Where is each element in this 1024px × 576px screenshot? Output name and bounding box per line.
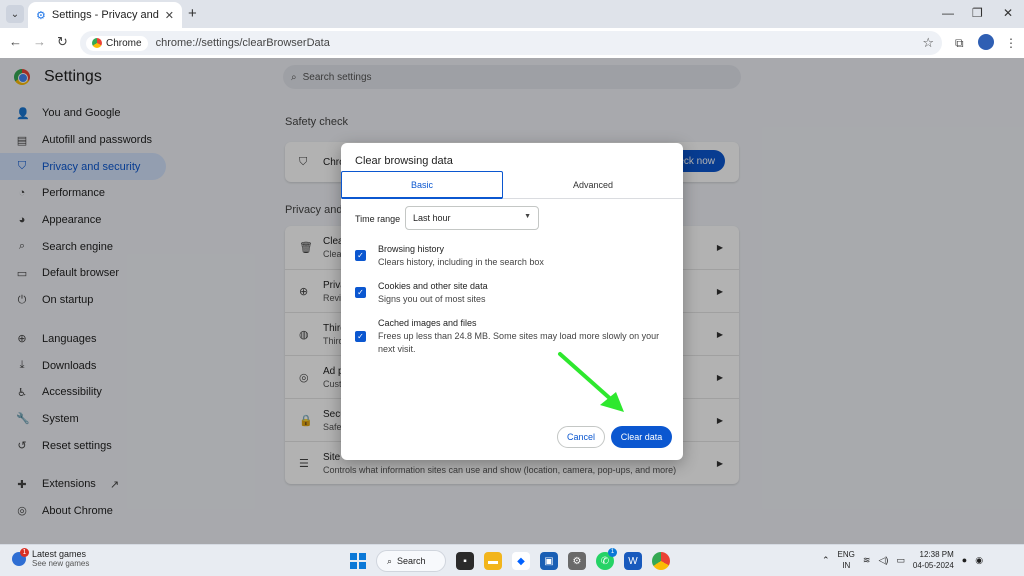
option-title: Cached images and files	[378, 318, 477, 328]
option-desc: Signs you out of most sites	[378, 294, 486, 304]
option-title: Cookies and other site data	[378, 281, 488, 291]
profile-avatar[interactable]	[978, 34, 994, 50]
back-button[interactable]: ←	[9, 34, 22, 49]
widget-title: Latest games	[32, 549, 87, 559]
word-icon[interactable]: W	[624, 552, 642, 570]
store-icon[interactable]: ▣	[540, 552, 558, 570]
chrome-icon	[92, 38, 102, 48]
whatsapp-icon[interactable]: ✆ 1	[596, 548, 617, 570]
windows-start-icon[interactable]	[350, 553, 366, 569]
option-desc: Clears history, including in the search …	[378, 257, 544, 267]
file-explorer-icon[interactable]: ▬	[484, 552, 502, 570]
time-range-select[interactable]: Last hour ▼	[405, 206, 539, 230]
close-tab-icon[interactable]: ✕	[165, 9, 174, 22]
clock-time: 12:38 PM	[919, 550, 954, 559]
restore-button[interactable]: ❐	[972, 6, 983, 20]
option-title: Browsing history	[378, 244, 445, 254]
copilot-icon[interactable]: ◉	[975, 555, 983, 566]
task-view-icon[interactable]: ▪	[456, 552, 474, 570]
dropbox-icon[interactable]: ◆	[512, 552, 530, 570]
taskbar: 1 Latest games See new games ⌕ Search ▪ …	[0, 544, 1024, 576]
checkbox-browsing-history[interactable]: ✓	[355, 250, 366, 261]
time-range-value: Last hour	[413, 213, 451, 223]
site-chip[interactable]: Chrome	[86, 35, 148, 51]
lang-line1: ENG	[837, 550, 855, 559]
system-tray: ⌃ ENG IN ≋ ◁) ▭ 12:38 PM 04-05-2024 ● ◉	[822, 549, 983, 571]
notification-icon[interactable]: ●	[962, 555, 967, 565]
site-chip-label: Chrome	[106, 37, 142, 49]
time-range-label: Time range	[355, 214, 401, 224]
url-text: chrome://settings/clearBrowserData	[155, 37, 330, 49]
close-window-button[interactable]: ✕	[1003, 6, 1013, 20]
chevron-up-icon[interactable]: ⌃	[822, 555, 830, 566]
dialog-tabs: Basic Advanced	[341, 171, 683, 199]
taskbar-search-label: Search	[397, 556, 426, 566]
checkbox-cookies[interactable]: ✓	[355, 287, 366, 298]
clock[interactable]: 12:38 PM 04-05-2024	[913, 549, 954, 571]
clear-data-button[interactable]: Clear data	[611, 426, 672, 448]
taskbar-apps: ⌕ Search ▪ ▬ ◆ ▣ ⚙ ✆ 1 W	[350, 548, 670, 572]
dropdown-caret-icon: ▼	[524, 213, 531, 220]
tab-title: Settings - Privacy and security	[51, 9, 159, 21]
lang-line2: IN	[842, 561, 851, 570]
browser-tab[interactable]: ⚙ Settings - Privacy and security ✕	[28, 2, 182, 28]
reload-button[interactable]: ↻	[57, 34, 68, 50]
widgets-button[interactable]: 1 Latest games See new games	[12, 547, 90, 568]
green-arrow-icon	[558, 352, 624, 412]
whatsapp-badge: 1	[608, 548, 617, 557]
settings-gear-icon: ⚙	[36, 9, 46, 22]
address-bar[interactable]: Chrome chrome://settings/clearBrowserDat…	[80, 31, 942, 55]
chrome-taskbar-icon[interactable]	[652, 552, 670, 570]
new-tab-button[interactable]: +	[188, 5, 197, 22]
tab-basic[interactable]: Basic	[341, 171, 503, 199]
taskbar-search[interactable]: ⌕ Search	[376, 550, 446, 572]
volume-icon[interactable]: ◁)	[878, 555, 888, 566]
clock-date: 04-05-2024	[912, 561, 954, 570]
forward-button[interactable]: →	[33, 34, 46, 49]
cancel-button[interactable]: Cancel	[557, 426, 605, 448]
widget-subtitle: See new games	[32, 559, 90, 568]
widget-badge: 1	[20, 547, 29, 557]
dialog-title: Clear browsing data	[355, 155, 453, 167]
extension-icon[interactable]: ⧉	[955, 36, 964, 51]
games-icon: 1	[12, 547, 29, 566]
minimize-button[interactable]: —	[942, 6, 954, 20]
checkbox-cached-images[interactable]: ✓	[355, 331, 366, 342]
settings-icon[interactable]: ⚙	[568, 552, 586, 570]
option-browsing-history: ✓ Browsing history Clears history, inclu…	[355, 243, 675, 269]
tab-strip: ⌄ ⚙ Settings - Privacy and security ✕ + …	[0, 0, 1024, 28]
tab-advanced[interactable]: Advanced	[503, 171, 683, 199]
tab-search-button[interactable]: ⌄	[6, 5, 24, 23]
search-icon: ⌕	[387, 555, 393, 566]
browser-toolbar: ← → ↻ Chrome chrome://settings/clearBrow…	[0, 28, 1024, 58]
wifi-icon[interactable]: ≋	[863, 555, 871, 566]
battery-icon[interactable]: ▭	[896, 555, 905, 566]
bookmark-star-icon[interactable]: ☆	[922, 35, 934, 51]
language-indicator[interactable]: ENG IN	[838, 549, 855, 571]
option-cookies: ✓ Cookies and other site data Signs you …	[355, 280, 675, 306]
menu-icon[interactable]: ⋮	[1005, 36, 1017, 50]
